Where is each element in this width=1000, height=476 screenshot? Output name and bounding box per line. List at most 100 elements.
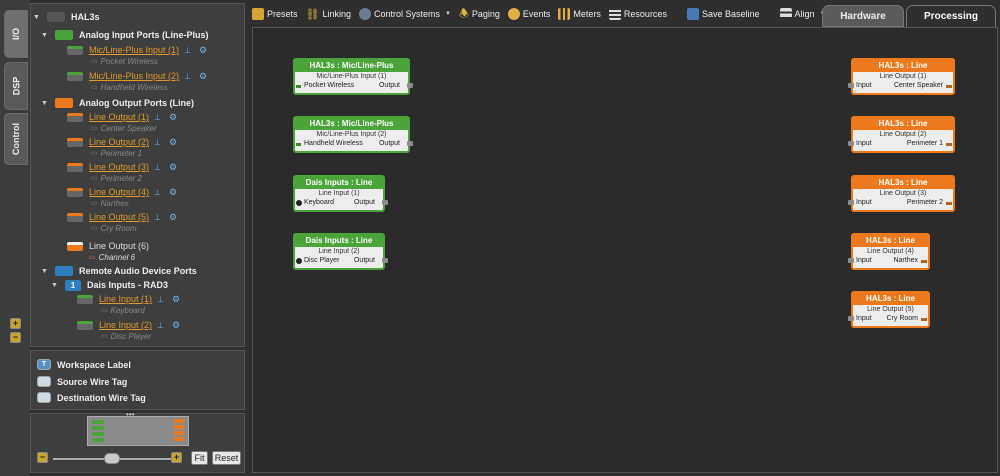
align-button[interactable]: Align▼ xyxy=(779,8,825,20)
source-pin-icon[interactable] xyxy=(296,143,301,146)
events-button[interactable]: Events xyxy=(507,8,550,20)
node-title: HAL3s : Mic/Line-Plus xyxy=(295,60,408,72)
output-node[interactable]: HAL3s : Line Line Output (3) Input Perimete… xyxy=(848,175,955,212)
destination-pin-icon[interactable] xyxy=(946,143,952,146)
tree-group-inputs[interactable]: ▼ Analog Input Ports (Line-Plus) xyxy=(41,28,209,42)
destination-pin-icon[interactable] xyxy=(946,202,952,205)
expand-arrow-icon[interactable]: ▼ xyxy=(51,282,59,289)
legend-label: Destination Wire Tag xyxy=(57,392,146,403)
source-pin-icon[interactable] xyxy=(296,85,301,88)
expand-arrow-icon[interactable]: ▼ xyxy=(41,32,49,39)
linking-button[interactable]: ⛓ Linking xyxy=(306,8,352,21)
expand-arrow-icon[interactable]: ▼ xyxy=(41,268,49,275)
node-title: HAL3s : Line xyxy=(853,60,953,72)
port-icon xyxy=(67,212,83,222)
tree-item-sublabel-row: ▭ Pocket Wireless xyxy=(91,54,158,68)
output-pin[interactable] xyxy=(407,83,413,88)
destination-pin-icon[interactable] xyxy=(946,85,952,88)
expand-arrow-icon[interactable]: ▼ xyxy=(33,14,41,21)
tab-hardware[interactable]: Hardware xyxy=(822,5,904,27)
node-port-row: Input Perimeter 2 xyxy=(848,198,953,208)
input-node[interactable]: HAL3s : Mic/Line-Plus Mic/Line-Plus Input… xyxy=(293,58,413,95)
meter-icon[interactable]: ⊥ xyxy=(154,138,161,147)
workspace-label-tool[interactable]: T Workspace Label xyxy=(37,359,131,370)
meter-icon[interactable]: ⊥ xyxy=(157,295,164,304)
tree-group-outputs[interactable]: ▼ Analog Output Ports (Line) xyxy=(41,96,194,110)
node-subtitle: Line Input (1) xyxy=(318,190,360,197)
meter-icon[interactable]: ⊥ xyxy=(154,188,161,197)
control-systems-button[interactable]: Control Systems ▼ xyxy=(359,8,451,20)
tab-dsp[interactable]: DSP xyxy=(4,62,28,110)
input-pin[interactable] xyxy=(848,258,854,263)
output-pin[interactable] xyxy=(382,200,388,205)
collapse-all-icon[interactable]: − xyxy=(10,332,21,343)
overview-thumbnail[interactable] xyxy=(87,416,189,446)
meter-icon[interactable]: ⊥ xyxy=(154,213,161,222)
meter-icon[interactable]: ⊥ xyxy=(184,46,191,55)
node-port-row: Disc Player Output xyxy=(295,256,388,266)
zoom-in-icon[interactable]: + xyxy=(171,452,182,463)
input-node[interactable]: Dais Inputs : Line Line Input (1) Keyboard… xyxy=(293,175,388,212)
input-node[interactable]: HAL3s : Mic/Line-Plus Mic/Line-Plus Input… xyxy=(293,116,413,153)
output-node[interactable]: HAL3s : Line Line Output (1) Input Center S… xyxy=(848,58,955,95)
meter-icon[interactable]: ⊥ xyxy=(157,321,164,330)
input-node[interactable]: Dais Inputs : Line Line Input (2) Disc Pla… xyxy=(293,233,388,270)
input-pin[interactable] xyxy=(848,83,854,88)
meter-icon[interactable]: ⊥ xyxy=(184,72,191,81)
output-node[interactable]: HAL3s : Line Line Output (2) Input Perimete… xyxy=(848,116,955,153)
meters-button[interactable]: Meters xyxy=(558,8,601,20)
settings-gear-icon[interactable]: ⚙ xyxy=(199,45,207,56)
settings-gear-icon[interactable]: ⚙ xyxy=(169,212,177,223)
settings-gear-icon[interactable]: ⚙ xyxy=(169,112,177,123)
output-pin[interactable] xyxy=(407,141,413,146)
fit-button[interactable]: Fit xyxy=(191,451,208,465)
zoom-out-icon[interactable]: − xyxy=(37,452,48,463)
legend-label: Workspace Label xyxy=(57,359,131,370)
channel-icon: ▭ xyxy=(91,84,98,91)
presets-button[interactable]: Presets xyxy=(252,8,298,20)
source-wire-tag-tool[interactable]: Source Wire Tag xyxy=(37,376,127,387)
input-pin[interactable] xyxy=(848,141,854,146)
reset-button[interactable]: Reset xyxy=(212,451,241,465)
tab-processing[interactable]: Processing xyxy=(906,5,996,27)
settings-gear-icon[interactable]: ⚙ xyxy=(172,294,180,305)
expand-arrow-icon[interactable]: ▼ xyxy=(41,100,49,107)
input-pin[interactable] xyxy=(848,200,854,205)
settings-gear-icon[interactable]: ⚙ xyxy=(199,71,207,82)
input-pin[interactable] xyxy=(848,316,854,321)
node-title: HAL3s : Line xyxy=(853,118,953,130)
output-node[interactable]: HAL3s : Line Line Output (5) Input Cry Room xyxy=(848,291,930,328)
tree-item-output6-channel: ▭ Channel 6 xyxy=(89,250,135,264)
tab-io[interactable]: I/O xyxy=(4,10,28,58)
save-baseline-button[interactable]: Save Baseline xyxy=(686,8,760,20)
paging-button[interactable]: 🕭 Paging xyxy=(459,5,500,24)
port-icon xyxy=(67,187,83,197)
resources-button[interactable]: Resources xyxy=(608,8,667,20)
expand-all-icon[interactable]: + xyxy=(10,318,21,329)
settings-gear-icon[interactable]: ⚙ xyxy=(172,320,180,331)
destination-pin-icon[interactable] xyxy=(921,318,927,321)
tree-root[interactable]: ▼ HAL3s xyxy=(33,10,100,24)
meter-icon[interactable]: ⊥ xyxy=(154,163,161,172)
output-pin[interactable] xyxy=(382,258,388,263)
source-pin-icon[interactable] xyxy=(296,200,302,206)
vertical-tab-bar: I/O DSP Control + − xyxy=(0,0,30,476)
tree-group-remote[interactable]: ▼ Remote Audio Device Ports xyxy=(41,264,197,278)
channel-icon: ▭ xyxy=(89,254,96,261)
destination-pin-icon[interactable] xyxy=(921,260,927,263)
settings-gear-icon[interactable]: ⚙ xyxy=(169,162,177,173)
tree-item-rad[interactable]: ▼ 1 Dais Inputs - RAD3 xyxy=(51,278,168,292)
link-icon: ⛓ xyxy=(305,8,320,21)
zoom-slider-handle[interactable] xyxy=(104,453,120,464)
zoom-slider[interactable] xyxy=(53,453,171,464)
port-icon xyxy=(67,71,83,81)
settings-gear-icon[interactable]: ⚙ xyxy=(169,137,177,148)
tab-control[interactable]: Control xyxy=(4,113,28,165)
processing-canvas[interactable]: HAL3s : Mic/Line-Plus Mic/Line-Plus Input… xyxy=(252,27,998,473)
source-pin-icon[interactable] xyxy=(296,258,302,264)
destination-wire-tag-tool[interactable]: Destination Wire Tag xyxy=(37,392,146,403)
tree-item-sublabel-row: ▭ Perimeter 2 xyxy=(91,171,142,185)
settings-gear-icon[interactable]: ⚙ xyxy=(169,187,177,198)
output-node[interactable]: HAL3s : Line Line Output (4) Input Narthex xyxy=(848,233,930,270)
toolbar: Presets ⛓ Linking Control Systems ▼ 🕭 Pagin… xyxy=(252,3,825,25)
